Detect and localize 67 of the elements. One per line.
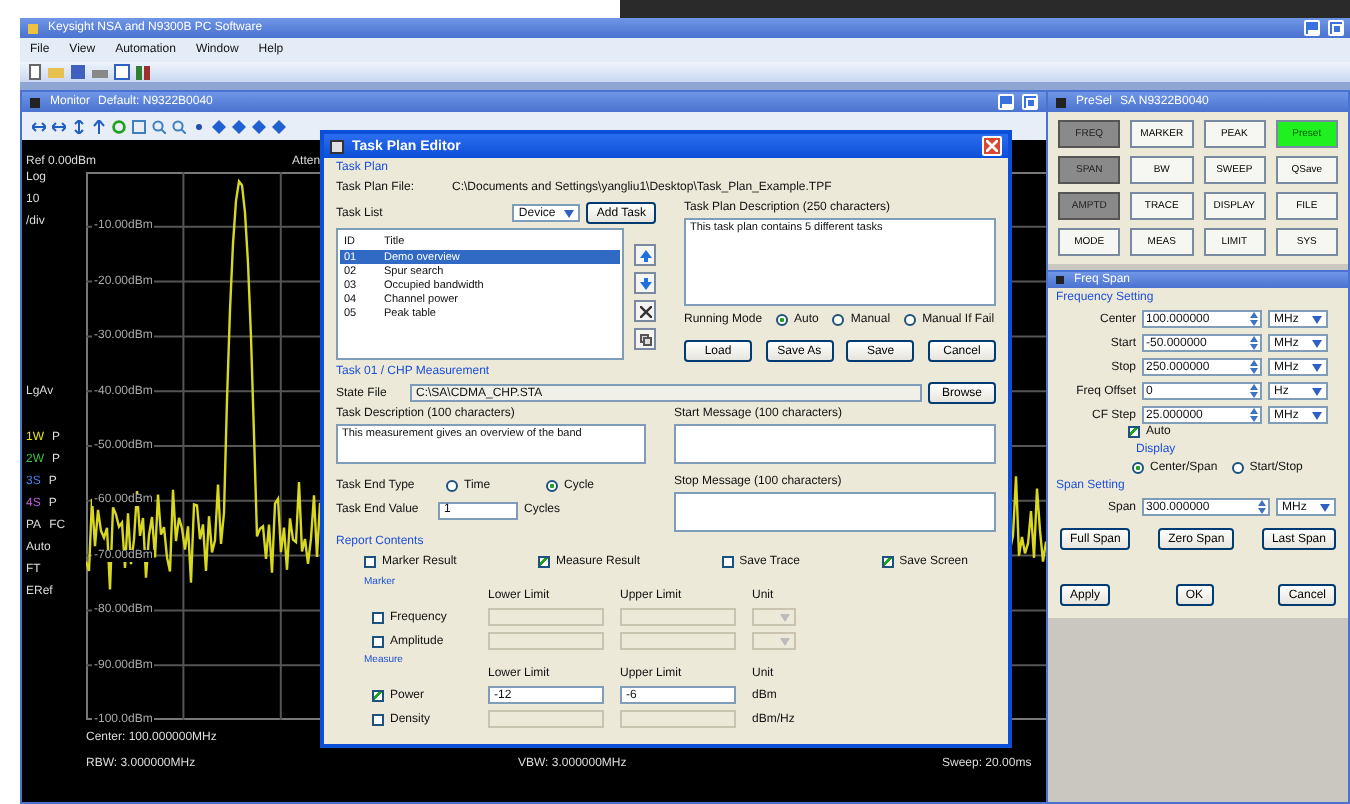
checkbox[interactable]: [721, 556, 734, 568]
spinner-icon: [1258, 500, 1266, 514]
radio-button[interactable]: [904, 314, 917, 326]
radio-button[interactable]: [546, 480, 558, 492]
caret-icon: [1312, 363, 1322, 371]
radio-button[interactable]: [776, 314, 789, 326]
checkbox[interactable]: [881, 556, 894, 568]
upper-limit-field[interactable]: [620, 632, 736, 650]
maximize-icon: [1331, 23, 1341, 33]
maximize-button[interactable]: [1328, 20, 1344, 36]
caret-icon: [780, 613, 790, 621]
caret-icon: [1312, 411, 1322, 419]
caret-icon: [1312, 387, 1322, 395]
minimize-button[interactable]: [998, 94, 1014, 110]
caret-icon: [1312, 315, 1322, 323]
printer-icon[interactable]: [92, 64, 108, 80]
window-icon: [28, 95, 42, 109]
checkbox[interactable]: [364, 556, 376, 568]
upper-limit-field[interactable]: [620, 608, 736, 626]
caret-icon: [1320, 503, 1330, 511]
radio-button[interactable]: [832, 314, 845, 326]
zoom-icon[interactable]: [152, 119, 166, 133]
restore-button[interactable]: [1022, 94, 1038, 110]
double-arrow-icon[interactable]: [52, 119, 66, 133]
zoom-icon[interactable]: [172, 119, 186, 133]
close-button[interactable]: [982, 136, 1002, 156]
double-arrow-icon[interactable]: [32, 119, 46, 133]
window-icon: [1054, 95, 1068, 109]
checkbox[interactable]: [1128, 426, 1140, 438]
books-icon[interactable]: [136, 64, 152, 80]
window-icon[interactable]: [114, 64, 130, 80]
x-icon: [639, 305, 651, 317]
caret-icon: [1312, 339, 1322, 347]
close-icon: [986, 140, 998, 152]
down-arrow-icon: [639, 277, 651, 289]
spinner-icon: [1250, 384, 1258, 398]
app-icon: [26, 21, 40, 35]
radio-button[interactable]: [1231, 462, 1244, 474]
stop-message-text-area[interactable]: [674, 492, 996, 532]
move-up-button[interactable]: [634, 244, 656, 266]
copy-icon: [639, 333, 651, 345]
spinner-icon: [1250, 360, 1258, 374]
radio-button[interactable]: [446, 480, 458, 492]
restore-icon: [1025, 97, 1035, 107]
minimize-button[interactable]: [1304, 20, 1320, 36]
checkbox[interactable]: [537, 556, 550, 568]
caret-icon: [780, 637, 790, 645]
delete-button[interactable]: [634, 300, 656, 322]
document-icon[interactable]: [28, 64, 42, 80]
upper-limit-field[interactable]: [620, 710, 736, 728]
circle-icon[interactable]: [112, 119, 126, 133]
checkbox[interactable]: [372, 689, 384, 701]
spinner-icon: [1250, 336, 1258, 350]
dot-icon[interactable]: [192, 119, 206, 133]
window-icon: [1054, 274, 1066, 286]
radio-button[interactable]: [1132, 462, 1144, 474]
dialog-icon: [330, 139, 344, 153]
caret-icon: [564, 209, 575, 217]
up-arrow-icon[interactable]: [92, 119, 106, 133]
move-down-button[interactable]: [634, 272, 656, 294]
start-message-text-area[interactable]: [674, 424, 996, 464]
copy-button[interactable]: [634, 328, 656, 350]
vertical-arrow-icon[interactable]: [72, 119, 86, 133]
square-icon[interactable]: [132, 119, 146, 133]
spinner-icon: [1250, 408, 1258, 422]
spinner-icon: [1250, 312, 1258, 326]
up-arrow-icon: [639, 249, 651, 261]
